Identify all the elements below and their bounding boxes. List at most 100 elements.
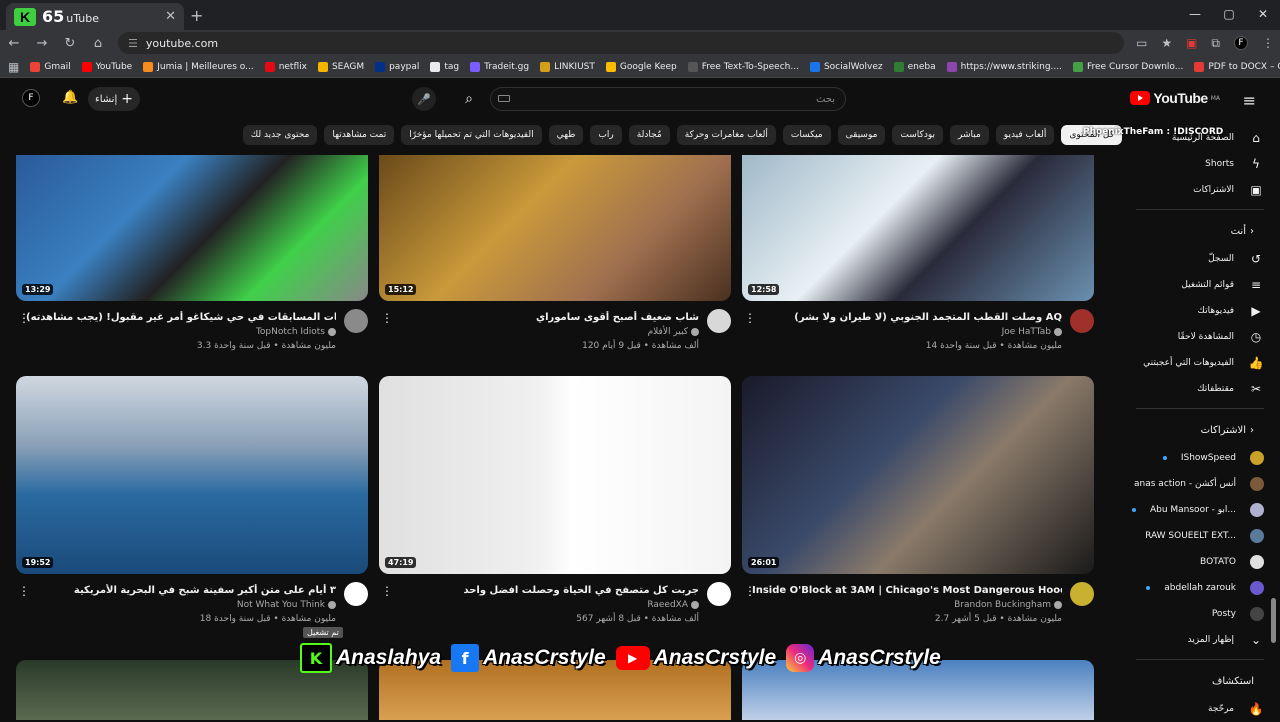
video-title[interactable]: إلقاء لافتات المسابقات في حي شيكاغو أمر …	[26, 311, 336, 324]
channel-name[interactable]: Not What You Think	[237, 600, 336, 610]
video-card[interactable]: 15:12 شاب ضعيف أصبح أقوى ساموراي كبير الأف…	[379, 155, 731, 361]
bookmark-item[interactable]: Gmail	[30, 61, 71, 72]
video-thumbnail[interactable]: 15:12	[379, 155, 731, 301]
bookmark-item[interactable]: Google Keep	[605, 61, 677, 72]
sidebar-item[interactable]: مقتطفاتك ✂	[1130, 376, 1280, 402]
category-chip[interactable]: ألعاب مغامرات وحركة	[676, 125, 776, 145]
video-card[interactable]: 12:58 وصلت القطب المتجمد الجنوبي (لا طيرا…	[742, 155, 1094, 361]
sidebar-section-header[interactable]: الاشتراكات ›	[1130, 415, 1280, 445]
bookmark-item[interactable]: SocialWolvez	[809, 61, 883, 72]
notifications-bell-icon[interactable]: 🔔	[62, 90, 78, 105]
channel-name[interactable]: Joe HaTTab	[1002, 327, 1062, 337]
category-chip[interactable]: طهي	[548, 125, 584, 145]
bookmark-item[interactable]: paypal	[375, 61, 419, 72]
sidebar-item[interactable]: مرحّجة 🔥	[1130, 696, 1280, 722]
channel-avatar[interactable]	[707, 582, 731, 606]
youtube-logo[interactable]: YouTube MA	[1130, 90, 1220, 106]
voice-search-icon[interactable]: 🎤	[412, 87, 436, 111]
category-chip[interactable]: ألعاب فيديو	[995, 125, 1055, 145]
category-chip[interactable]: بودكاست	[892, 125, 943, 145]
search-icon[interactable]: ⌕	[452, 87, 486, 111]
forward-icon[interactable]: →	[34, 36, 50, 51]
bookmark-item[interactable]: netflix	[264, 61, 307, 72]
close-tab-icon[interactable]: ✕	[165, 9, 176, 24]
browser-menu-icon[interactable]: ⋮	[1262, 36, 1274, 50]
extension-icon[interactable]: ▣	[1186, 36, 1197, 50]
subscription-item[interactable]: abdellah zarouk	[1130, 575, 1280, 601]
sidebar-item[interactable]: الصفحة الرئيسية ⌂	[1130, 125, 1280, 151]
bookmark-item[interactable]: Tradeit.gg	[470, 61, 529, 72]
sidebar-item[interactable]: الاشتراكات ▣	[1130, 177, 1280, 203]
keyboard-icon[interactable]	[498, 95, 510, 102]
category-chip[interactable]: مباشر	[950, 125, 989, 145]
video-card[interactable]: 13:29 إلقاء لافتات المسابقات في حي شيكاغو…	[16, 155, 368, 361]
category-chip[interactable]: تمت مشاهدتها	[324, 125, 395, 145]
bookmark-item[interactable]: SEAGM	[317, 61, 364, 72]
subscription-item[interactable]: Abu Mansoor - ابو...	[1130, 497, 1280, 523]
video-title[interactable]: Inside O'Block at 3AM | Chicago's Most D…	[752, 584, 1062, 597]
more-options-icon[interactable]: ⋮	[381, 311, 393, 325]
more-options-icon[interactable]: ⋮	[744, 584, 756, 598]
video-title[interactable]: ٣ أيام على متن أكبر سفينة شبح في البحرية…	[26, 584, 336, 597]
subscription-item[interactable]: anas action - أنس أكشن	[1130, 471, 1280, 497]
more-options-icon[interactable]: ⋮	[744, 311, 756, 325]
subscription-item[interactable]: BOTATO	[1130, 549, 1280, 575]
category-chip[interactable]: راب	[590, 125, 622, 145]
channel-name[interactable]: كبير الأفلام	[648, 327, 699, 337]
close-window-icon[interactable]: ✕	[1246, 0, 1280, 28]
extensions-puzzle-icon[interactable]: ⧉	[1211, 36, 1220, 51]
profile-avatar[interactable]: F	[1234, 36, 1248, 50]
sidebar-item[interactable]: فيديوهاتك ▶	[1130, 298, 1280, 324]
sidebar-item[interactable]: قوائم التشغيل ≡	[1130, 272, 1280, 298]
bookmark-item[interactable]: tag	[430, 61, 459, 72]
bookmark-item[interactable]: https://www.striking....	[946, 61, 1062, 72]
video-card[interactable]: 47:19 جربت كل متصفح في الحياة وحصلت افضل …	[379, 376, 731, 634]
video-title[interactable]: جربت كل متصفح في الحياة وحصلت افضل واحد	[389, 584, 699, 597]
channel-avatar[interactable]	[344, 309, 368, 333]
bookmark-item[interactable]: Free Text-To-Speech...	[687, 61, 799, 72]
search-input[interactable]: بحث	[490, 87, 846, 111]
bookmark-item[interactable]: Free Cursor Downlo...	[1073, 61, 1183, 72]
site-info-icon[interactable]: ☰	[128, 37, 138, 50]
channel-name[interactable]: TopNotch Idiots	[256, 327, 336, 337]
cast-icon[interactable]: ▭	[1136, 36, 1147, 50]
category-chip[interactable]: الفيديوهات التي تم تحميلها مؤخرًا	[401, 125, 542, 145]
category-chip[interactable]: محتوى جديد لك	[242, 125, 318, 145]
reload-icon[interactable]: ↻	[62, 36, 78, 51]
sidebar-item[interactable]: Shorts ϟ	[1130, 151, 1280, 177]
account-avatar[interactable]: F	[22, 89, 40, 107]
sidebar-item[interactable]: إظهار المزيد ⌄	[1130, 627, 1280, 653]
sidebar-section-header[interactable]: أنت ›	[1130, 216, 1280, 246]
bookmark-item[interactable]: PDF to DOCX – Con...	[1194, 61, 1280, 72]
channel-avatar[interactable]	[1070, 582, 1094, 606]
channel-name[interactable]: RaeedXA	[647, 600, 699, 610]
more-options-icon[interactable]: ⋮	[381, 584, 393, 598]
bookmark-item[interactable]: YouTube	[81, 61, 132, 72]
new-tab-icon[interactable]: +	[190, 6, 203, 25]
video-card[interactable]: 19:52 ٣ أيام على متن أكبر سفينة شبح في ال…	[16, 376, 368, 634]
channel-avatar[interactable]	[344, 582, 368, 606]
video-thumbnail[interactable]: 26:01	[742, 376, 1094, 574]
scrollbar-thumb[interactable]	[1271, 598, 1276, 643]
sidebar-item[interactable]: السجلّ ↺	[1130, 246, 1280, 272]
home-browser-icon[interactable]: ⌂	[90, 36, 106, 51]
apps-grid-icon[interactable]: ▦	[8, 60, 19, 74]
subscription-item[interactable]: IShowSpeed	[1130, 445, 1280, 471]
category-chip[interactable]: موسيقى	[837, 125, 886, 145]
more-options-icon[interactable]: ⋮	[18, 584, 30, 598]
video-thumbnail[interactable]: 19:52	[16, 376, 368, 574]
back-icon[interactable]: ←	[6, 36, 22, 51]
video-thumbnail[interactable]: 12:58	[742, 155, 1094, 301]
bookmark-star-icon[interactable]: ★	[1161, 36, 1172, 50]
channel-name[interactable]: Brandon Buckingham	[954, 600, 1062, 610]
create-button[interactable]: إنشاء +	[88, 87, 140, 111]
video-thumbnail[interactable]: 13:29	[16, 155, 368, 301]
video-thumbnail[interactable]: 47:19	[379, 376, 731, 574]
sidebar-item[interactable]: المشاهدة لاحقًا ◷	[1130, 324, 1280, 350]
more-options-icon[interactable]: ⋮	[18, 311, 30, 325]
bookmark-item[interactable]: Jumia | Meilleures o...	[143, 61, 254, 72]
maximize-icon[interactable]: ▢	[1212, 0, 1246, 28]
video-title[interactable]: وصلت القطب المتجمد الجنوبي (لا طيران ولا…	[752, 311, 1062, 324]
category-chip[interactable]: مُجادلة	[628, 125, 670, 145]
sidebar-item[interactable]: الفيديوهات التي أعجبتني 👍	[1130, 350, 1280, 376]
